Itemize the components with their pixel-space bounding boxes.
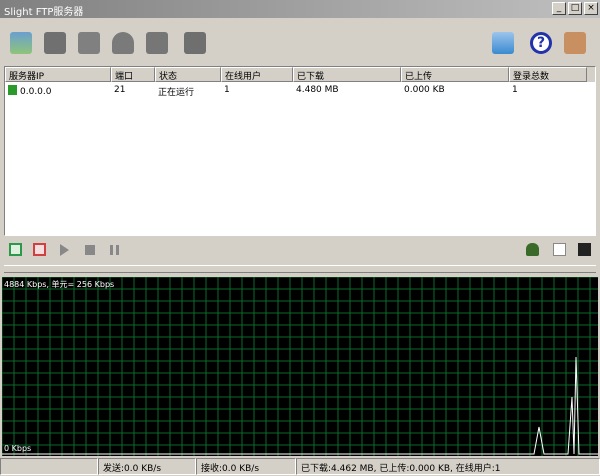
status-empty [0, 458, 98, 475]
traffic-graph: 4884 Kbps, 单元= 256 Kbps 0 Kbps [2, 277, 598, 456]
cell-port: 21 [114, 85, 126, 95]
cell-online: 1 [224, 85, 230, 95]
add-server-icon[interactable] [10, 32, 32, 54]
graph-scale-label: 4884 Kbps, 单元= 256 Kbps [4, 280, 115, 289]
user-icon[interactable] [112, 32, 134, 54]
close-button[interactable]: × [584, 2, 598, 15]
server-running-icon [8, 85, 17, 95]
pause-icon[interactable] [110, 245, 119, 255]
list-header: 服务器IP 端口 状态 在线用户 已下载 已上传 登录总数 [5, 67, 595, 82]
col-downloaded[interactable]: 已下载 [293, 67, 401, 82]
cell-status: 正在运行 [158, 88, 195, 98]
network-icon[interactable] [492, 32, 514, 54]
control-bar [0, 240, 600, 262]
col-server-ip[interactable]: 服务器IP [5, 67, 111, 82]
status-summary: 已下载:4.462 MB, 已上传:0.000 KB, 在线用户:1 [296, 458, 600, 475]
stop-server-icon[interactable] [33, 243, 46, 256]
table-row[interactable]: 0.0.0.0 21 正在运行 1 4.480 MB 0.000 KB 1 [5, 84, 595, 98]
col-status[interactable]: 状态 [155, 67, 221, 82]
cell-downloaded: 4.480 MB [296, 85, 339, 95]
user-group-icon[interactable] [146, 32, 168, 54]
home-settings-icon[interactable] [564, 32, 586, 54]
log-icon[interactable] [184, 32, 206, 54]
document-icon[interactable] [553, 243, 566, 256]
help-icon[interactable]: ? [530, 32, 552, 54]
cell-logins: 1 [512, 85, 518, 95]
col-port[interactable]: 端口 [111, 67, 155, 82]
cell-uploaded: 0.000 KB [404, 85, 445, 95]
graph-zero-label: 0 Kbps [4, 444, 32, 453]
edit-server-icon[interactable] [78, 32, 100, 54]
minimize-button[interactable]: _ [552, 2, 566, 15]
server-settings-icon[interactable] [44, 32, 66, 54]
maximize-button[interactable]: □ [568, 2, 582, 15]
status-send: 发送:0.0 KB/s [98, 458, 196, 475]
status-receive: 接收:0.0 KB/s [196, 458, 296, 475]
cell-ip: 0.0.0.0 [20, 87, 52, 97]
window-title: Slight FTP服务器 [4, 7, 84, 18]
col-login-total[interactable]: 登录总数 [509, 67, 587, 82]
divider [4, 265, 596, 273]
play-icon[interactable] [60, 244, 69, 256]
col-online-users[interactable]: 在线用户 [221, 67, 293, 82]
toolbar: ? [0, 24, 600, 64]
traffic-line [2, 356, 598, 455]
user-status-icon[interactable] [526, 243, 539, 256]
status-bar: 发送:0.0 KB/s 接收:0.0 KB/s 已下载:4.462 MB, 已上… [0, 457, 600, 476]
title-bar: Slight FTP服务器 _ □ × [0, 0, 600, 18]
stop-icon[interactable] [85, 245, 95, 255]
start-server-icon[interactable] [9, 243, 22, 256]
folder-icon[interactable] [578, 243, 591, 256]
col-uploaded[interactable]: 已上传 [401, 67, 509, 82]
server-list: 服务器IP 端口 状态 在线用户 已下载 已上传 登录总数 0.0.0.0 21… [4, 66, 596, 236]
